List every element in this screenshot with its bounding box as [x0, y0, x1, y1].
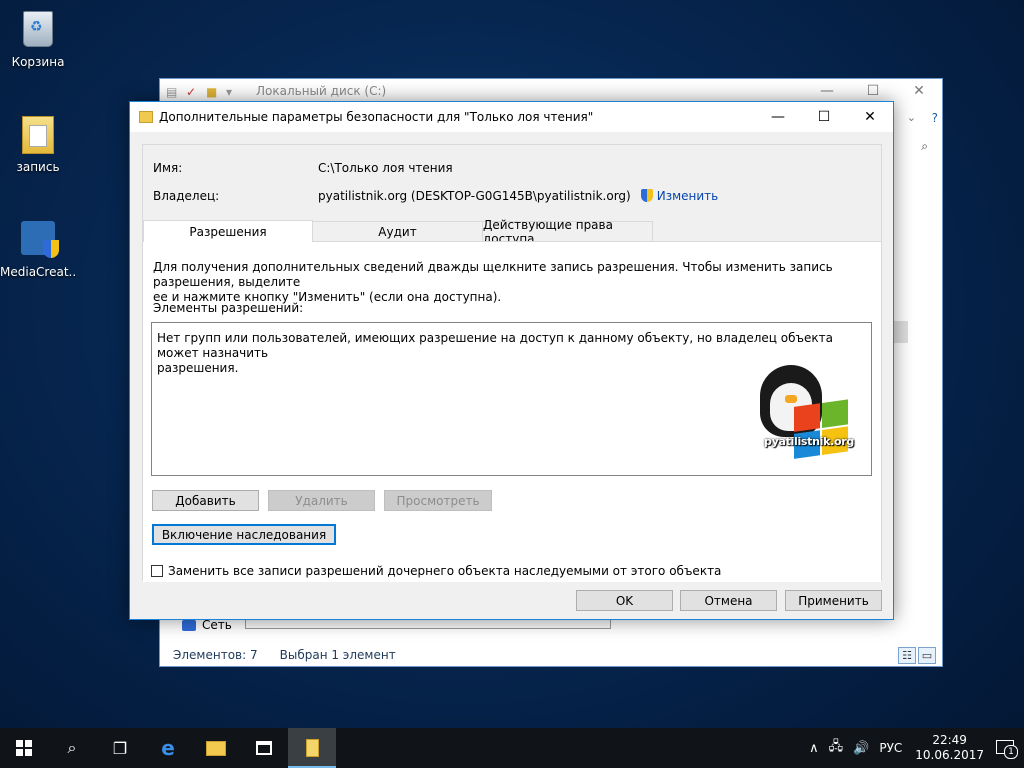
file-explorer-button[interactable]: [192, 728, 240, 768]
network-icon[interactable]: 🖧: [829, 737, 844, 759]
status-items-count: Элементов: 7: [173, 648, 258, 662]
desktop-icon-recycle-bin[interactable]: Корзина: [0, 8, 76, 69]
store-button[interactable]: [240, 728, 288, 768]
task-view-icon: ❐: [112, 738, 128, 758]
owner-row: pyatilistnik.org (DESKTOP-G0G145B\pyatil…: [318, 189, 718, 203]
cancel-button[interactable]: Отмена: [680, 590, 777, 611]
instructions-line: Для получения дополнительных сведений дв…: [153, 260, 833, 289]
file-explorer-icon: [206, 740, 226, 756]
uac-shield-icon: [640, 189, 653, 202]
large-icons-view-icon[interactable]: ▭: [918, 647, 936, 664]
name-value: C:\Только лоя чтения: [318, 161, 453, 175]
name-label: Имя:: [153, 161, 183, 175]
add-button[interactable]: Добавить: [152, 490, 259, 511]
notification-count: 1: [1004, 745, 1018, 759]
clock-date: 10.06.2017: [915, 748, 984, 762]
close-button[interactable]: ✕: [847, 102, 893, 132]
search-button[interactable]: ⌕: [48, 728, 96, 768]
chevron-up-icon[interactable]: ∧: [809, 741, 819, 756]
dialog-panel: Имя: C:\Только лоя чтения Владелец: pyat…: [142, 144, 882, 582]
desktop-icon-label: запись: [16, 160, 60, 174]
edge-icon: e: [161, 736, 175, 760]
explorer-title: Локальный диск (C:): [256, 84, 387, 98]
media-creation-tool-icon: [18, 221, 59, 261]
details-view-icon[interactable]: ☷: [898, 647, 916, 664]
dialog-title: Дополнительные параметры безопасности дл…: [159, 110, 594, 124]
close-button[interactable]: ✕: [896, 79, 942, 103]
windows-flag-icon: [794, 399, 850, 461]
recycle-bin-icon: [18, 11, 58, 51]
replace-child-permissions-checkbox[interactable]: Заменить все записи разрешений дочернего…: [151, 564, 721, 578]
apply-button[interactable]: Применить: [785, 590, 882, 611]
message-line: Нет групп или пользователей, имеющих раз…: [157, 331, 833, 360]
owner-value: pyatilistnik.org (DESKTOP-G0G145B\pyatil…: [318, 189, 631, 203]
clock[interactable]: 22:49 10.06.2017: [915, 733, 984, 763]
owner-change-link[interactable]: Изменить: [657, 189, 719, 203]
maximize-button[interactable]: ☐: [801, 102, 847, 132]
checkbox-box[interactable]: [151, 565, 163, 577]
clock-time: 22:49: [932, 733, 967, 747]
scrollbar-thumb[interactable]: [894, 321, 908, 343]
permissions-tab-content: Для получения дополнительных сведений дв…: [143, 241, 881, 582]
owner-label: Владелец:: [153, 189, 220, 203]
watermark-text: pyatilistnik.org: [764, 435, 854, 448]
new-folder-icon[interactable]: ■: [206, 85, 218, 99]
watermark-logo: pyatilistnik.org: [752, 365, 854, 467]
tab-strip: Разрешения Аудит Действующие права досту…: [143, 218, 653, 246]
store-icon: [256, 741, 272, 755]
folder-icon: [18, 116, 58, 156]
checkbox-label: Заменить все записи разрешений дочернего…: [168, 564, 722, 578]
search-icon: ⌕: [67, 738, 77, 757]
status-selected: Выбран 1 элемент: [279, 648, 396, 662]
advanced-security-dialog[interactable]: Дополнительные параметры безопасности дл…: [129, 101, 894, 620]
tab-effective-access[interactable]: Действующие права доступа: [482, 218, 653, 246]
nav-item-label: Сеть: [202, 618, 232, 632]
ok-button[interactable]: OK: [576, 590, 673, 611]
view-button[interactable]: Просмотреть: [384, 490, 492, 511]
network-icon: [182, 619, 196, 631]
task-view-button[interactable]: ❐: [96, 728, 144, 768]
properties-icon[interactable]: ▤: [166, 85, 178, 99]
desktop-icon-label: Корзина: [11, 55, 65, 69]
folder-icon: [139, 111, 153, 123]
tab-permissions[interactable]: Разрешения: [143, 220, 313, 242]
minimize-button[interactable]: —: [804, 79, 850, 103]
language-indicator[interactable]: РУС: [879, 741, 902, 755]
start-button[interactable]: [0, 728, 48, 768]
permissions-list-label: Элементы разрешений:: [153, 301, 304, 315]
taskbar: ⌕ ❐ e ∧ 🖧 🔊 РУС 22:49 10.06.2017 1: [0, 728, 1024, 768]
checkmark-icon[interactable]: ✓: [186, 85, 198, 99]
maximize-button[interactable]: ☐: [850, 79, 896, 103]
ribbon-collapse-icon[interactable]: ⌄: [907, 111, 916, 124]
search-icon[interactable]: ⌕: [921, 139, 928, 154]
desktop-icon-media-creation-tool[interactable]: MediaCreat...: [0, 218, 76, 279]
chevron-down-icon[interactable]: ▾: [226, 85, 238, 99]
permissions-list[interactable]: Нет групп или пользователей, имеющих раз…: [151, 322, 872, 476]
volume-icon[interactable]: 🔊: [853, 741, 869, 756]
help-icon[interactable]: ?: [932, 111, 938, 125]
dialog-titlebar[interactable]: Дополнительные параметры безопасности дл…: [130, 102, 893, 132]
active-window-button[interactable]: [288, 728, 336, 768]
tab-audit[interactable]: Аудит: [312, 221, 483, 241]
desktop-icon-folder[interactable]: запись: [0, 114, 76, 174]
status-bar: Элементов: 7 Выбран 1 элемент: [160, 644, 942, 666]
desktop-icon-label: MediaCreat...: [0, 265, 76, 279]
instructions-text: Для получения дополнительных сведений дв…: [153, 260, 873, 305]
edge-button[interactable]: e: [144, 728, 192, 768]
action-center-button[interactable]: 1: [994, 737, 1018, 759]
nav-item-network[interactable]: Сеть: [182, 618, 232, 632]
remove-button[interactable]: Удалить: [268, 490, 375, 511]
windows-logo-icon: [16, 740, 32, 756]
enable-inheritance-button[interactable]: Включение наследования: [152, 524, 336, 545]
system-tray: ∧ 🖧 🔊 РУС 22:49 10.06.2017 1: [804, 728, 1024, 768]
document-icon: [305, 739, 319, 757]
minimize-button[interactable]: —: [755, 102, 801, 132]
